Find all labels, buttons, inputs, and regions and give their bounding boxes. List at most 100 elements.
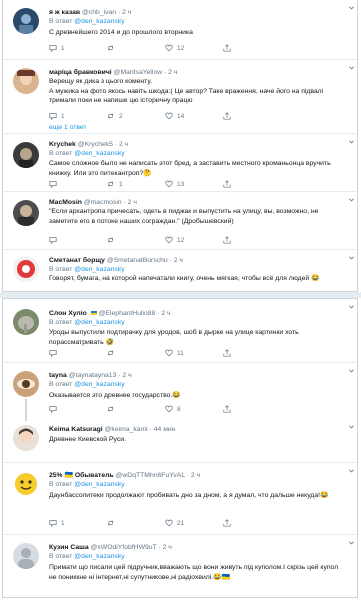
timestamp[interactable]: · 2 ч xyxy=(115,141,128,148)
retweet-button[interactable]: 2 xyxy=(107,112,165,120)
retweet-button[interactable] xyxy=(107,519,165,527)
like-count: 8 xyxy=(177,405,181,413)
timestamp[interactable]: · 2 ч xyxy=(170,257,183,264)
author-handle[interactable]: @keima_kami xyxy=(105,426,148,433)
share-button[interactable] xyxy=(223,349,281,357)
tweet[interactable]: я ж казав @chb_ivan · 2 ч В ответ @den_k… xyxy=(3,0,357,60)
reply-button[interactable]: 1 xyxy=(49,112,107,120)
author-handle[interactable]: @macmosin xyxy=(84,199,122,206)
author-handle[interactable]: @ElephantHulio88 xyxy=(99,310,156,317)
avatar[interactable] xyxy=(13,309,39,335)
like-button[interactable]: 21 xyxy=(165,519,223,527)
author-handle[interactable]: @Krychek5 xyxy=(78,141,113,148)
tweet[interactable]: 25% 🇺🇦 Обыватель @wDqTTMhn6FuYvAL · 2 ч … xyxy=(3,463,357,535)
retweet-button[interactable] xyxy=(107,44,165,52)
tweet[interactable]: Кузин Саша @xWOdiYfobfHW9uT · 2 ч В отве… xyxy=(3,535,357,597)
tweet-text: Самое сложное было не написать этот бред… xyxy=(49,160,331,177)
timestamp[interactable]: · 2 ч xyxy=(164,69,177,76)
reply-button[interactable]: 1 xyxy=(49,519,107,527)
tweet[interactable]: Сметанат борщу @SmetanatBorschu · 2 ч В … xyxy=(3,250,357,291)
author-name[interactable]: 25% 🇺🇦 Обыватель xyxy=(49,472,114,479)
reply-button[interactable] xyxy=(49,236,107,244)
share-button[interactable] xyxy=(223,112,281,120)
author-handle[interactable]: @wDqTTMhn6FuYvAL xyxy=(116,472,185,479)
avatar[interactable] xyxy=(13,8,39,34)
reply-user-link[interactable]: @den_kazansky xyxy=(74,319,124,326)
like-button[interactable]: 12 xyxy=(165,44,223,52)
avatar[interactable] xyxy=(13,543,39,569)
caret-down-icon[interactable] xyxy=(348,64,355,71)
share-button[interactable] xyxy=(223,236,281,244)
reply-user-link[interactable]: @den_kazansky xyxy=(74,481,124,488)
caret-down-icon[interactable] xyxy=(348,303,355,310)
reply-button[interactable]: 1 xyxy=(49,44,107,52)
author-name[interactable]: я ж казав xyxy=(49,9,80,16)
caret-down-icon[interactable] xyxy=(348,539,355,546)
like-button[interactable]: 13 xyxy=(165,180,223,188)
like-button[interactable]: 14 xyxy=(165,112,223,120)
reply-button[interactable] xyxy=(49,349,107,357)
retweet-button[interactable] xyxy=(107,349,165,357)
caret-down-icon[interactable] xyxy=(348,254,355,261)
timestamp[interactable]: · 2 ч xyxy=(187,472,200,479)
tweet[interactable]: MacMosin @macmosin · 2 ч "Если архантроп… xyxy=(3,192,357,250)
timestamp[interactable]: · 2 ч xyxy=(118,9,131,16)
caret-down-icon[interactable] xyxy=(348,4,355,11)
avatar[interactable] xyxy=(13,142,39,168)
author-handle[interactable]: @taynataynа13 xyxy=(69,372,117,379)
author-handle[interactable]: @chb_ivan xyxy=(82,9,116,16)
retweet-button[interactable] xyxy=(107,236,165,244)
author-name[interactable]: Keima Katsuragi xyxy=(49,426,103,433)
share-button[interactable] xyxy=(223,519,281,527)
avatar[interactable] xyxy=(13,256,39,282)
caret-down-icon[interactable] xyxy=(348,467,355,474)
like-button[interactable]: 8 xyxy=(165,405,223,413)
caret-down-icon[interactable] xyxy=(348,196,355,203)
timestamp[interactable]: · 2 ч xyxy=(157,310,170,317)
retweet-button[interactable]: 1 xyxy=(107,180,165,188)
tweet-text: Оказывается это древнее государство.😂 xyxy=(49,392,181,399)
tweet[interactable]: Слон Хуліо @ElephantHulio88 · 2 ч В отве… xyxy=(3,299,357,363)
tweet[interactable]: Keima Katsuragi @keima_kami · 44 мин Дре… xyxy=(3,419,357,463)
reply-button[interactable] xyxy=(49,180,107,188)
reply-user-link[interactable]: @den_kazansky xyxy=(74,553,124,560)
author-name[interactable]: MacMosin xyxy=(49,199,82,206)
reply-user-link[interactable]: @den_kazansky xyxy=(74,150,124,157)
author-handle[interactable]: @MaritsaYellow xyxy=(114,69,163,76)
timestamp[interactable]: · 44 мин xyxy=(150,426,176,433)
retweet-button[interactable] xyxy=(107,405,165,413)
author-handle[interactable]: @xWOdiYfobfHW9uT xyxy=(91,544,157,551)
avatar[interactable] xyxy=(13,471,39,497)
like-button[interactable]: 12 xyxy=(165,236,223,244)
reply-user-link[interactable]: @den_kazansky xyxy=(74,266,124,273)
caret-down-icon[interactable] xyxy=(348,138,355,145)
author-name[interactable]: Сметанат борщу xyxy=(49,257,105,264)
author-name[interactable]: Слон Хуліо xyxy=(49,310,87,317)
timestamp[interactable]: · 2 ч xyxy=(158,544,171,551)
share-button[interactable] xyxy=(223,180,281,188)
caret-down-icon[interactable] xyxy=(348,367,355,374)
share-button[interactable] xyxy=(223,44,281,52)
author-name[interactable]: маріца бравковичі xyxy=(49,69,112,76)
tweet[interactable]: маріца бравковичі @MaritsaYellow · 2 ч В… xyxy=(3,60,357,134)
timestamp[interactable]: · 2 ч xyxy=(124,199,137,206)
reply-button[interactable] xyxy=(49,405,107,413)
like-icon xyxy=(165,236,173,244)
author-name[interactable]: tayna xyxy=(49,372,67,379)
author-name[interactable]: Krychek xyxy=(49,141,76,148)
avatar[interactable] xyxy=(13,425,39,451)
avatar[interactable] xyxy=(13,200,39,226)
author-handle[interactable]: @SmetanatBorschu xyxy=(107,257,168,264)
caret-down-icon[interactable] xyxy=(348,423,355,430)
tweet[interactable]: Krychek @Krychek5 · 2 ч В ответ @den_kaz… xyxy=(3,134,357,192)
share-button[interactable] xyxy=(223,405,281,413)
like-button[interactable]: 11 xyxy=(165,349,223,357)
avatar[interactable] xyxy=(13,68,39,94)
author-name[interactable]: Кузин Саша xyxy=(49,544,89,551)
show-more-replies-link[interactable]: еще 1 ответ xyxy=(49,124,87,131)
reply-user-link[interactable]: @den_kazansky xyxy=(74,381,124,388)
tweet[interactable]: tayna @taynataynа13 · 2 ч В ответ @den_k… xyxy=(3,363,357,421)
avatar[interactable] xyxy=(13,371,39,397)
timestamp[interactable]: · 2 ч xyxy=(118,372,131,379)
reply-user-link[interactable]: @den_kazansky xyxy=(74,18,124,25)
